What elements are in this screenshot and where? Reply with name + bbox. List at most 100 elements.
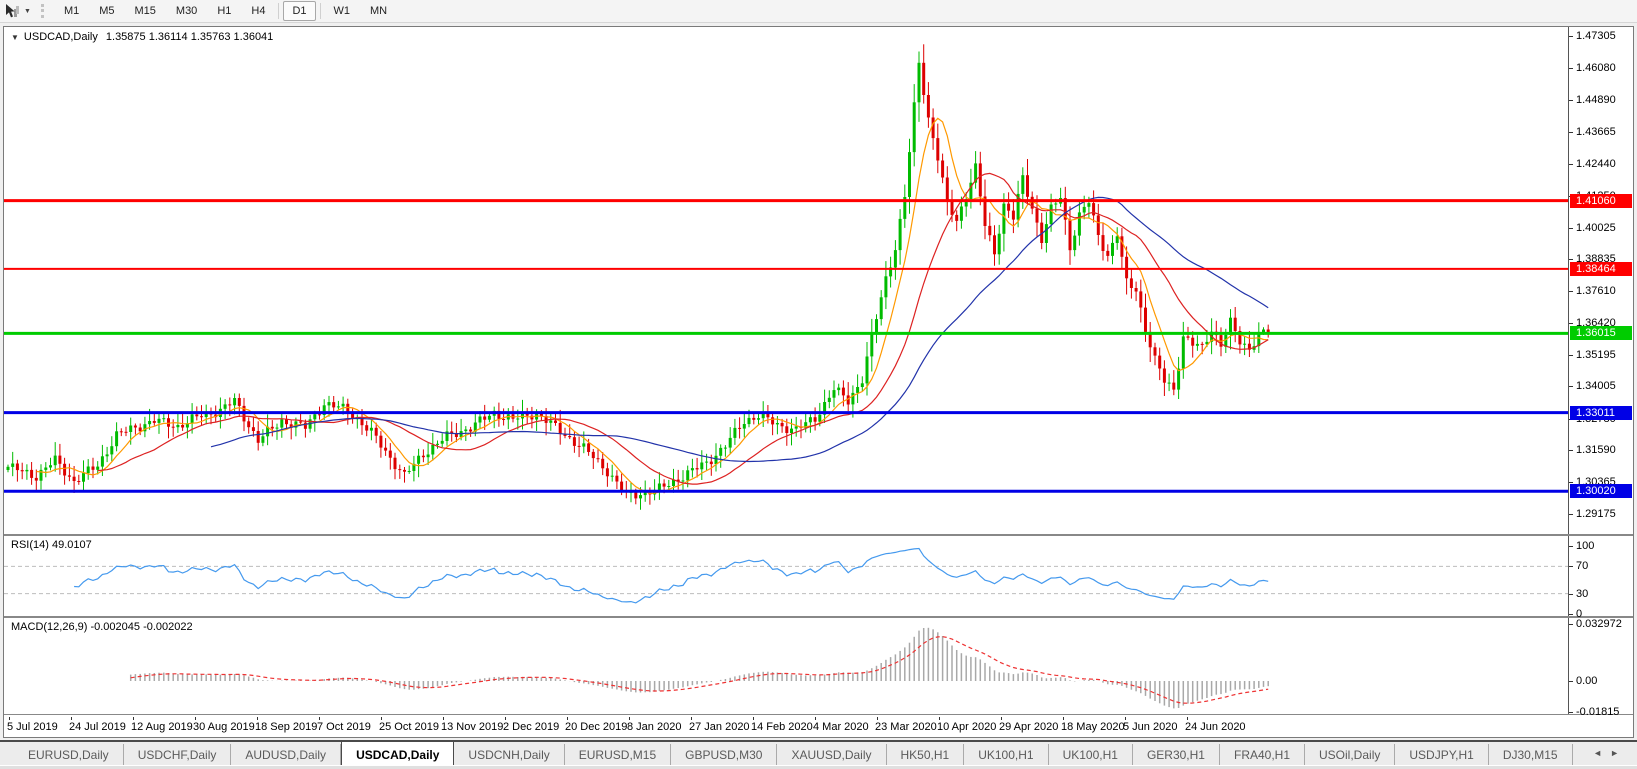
date-tick-label: 24 Jun 2020 [1185, 721, 1246, 733]
price-tick-mark [1569, 132, 1573, 133]
chart-tab-usdcnh-daily[interactable]: USDCNH,Daily [454, 744, 564, 767]
macd-axis: 0.0329720.00-0.01815 [1568, 618, 1634, 714]
price-tick-label: 1.37610 [1576, 285, 1616, 297]
date-tick-mark [257, 717, 258, 720]
tab-scroll-controls: ◄► [1593, 748, 1627, 758]
price-tick-mark [1569, 355, 1573, 356]
rsi-panel: RSI(14) 49.0107 10070300 [4, 536, 1633, 618]
collapse-chart-icon[interactable]: ▼ [11, 33, 19, 42]
price-panel: ▼USDCAD,Daily1.35875 1.36114 1.35763 1.3… [4, 27, 1633, 536]
timeframe-button-h1[interactable]: H1 [208, 1, 240, 21]
hline-price-badge[interactable]: 1.36015 [1570, 326, 1632, 340]
date-tick-label: 14 Feb 2020 [751, 721, 813, 733]
rsi-tick-mark [1569, 594, 1573, 595]
price-tick-mark [1569, 450, 1573, 451]
date-tick-label: 7 Oct 2019 [317, 721, 371, 733]
chart-tab-eurusd-m15[interactable]: EURUSD,M15 [565, 744, 671, 767]
date-tick-label: 23 Mar 2020 [875, 721, 937, 733]
rsi-chart-canvas[interactable] [4, 536, 1568, 616]
chart-cursor-icon[interactable] [4, 3, 20, 19]
chart-tab-gbpusd-m30[interactable]: GBPUSD,M30 [671, 744, 777, 767]
hline-price-badge[interactable]: 1.38464 [1570, 262, 1632, 276]
timeframe-button-m30[interactable]: M30 [167, 1, 206, 21]
price-tick-label: 1.42440 [1576, 158, 1616, 170]
chart-tab-uk100-h1[interactable]: UK100,H1 [964, 744, 1048, 767]
date-tick-mark [9, 717, 10, 720]
date-tick-mark [1001, 717, 1002, 720]
chart-tab-dj30-m15[interactable]: DJ30,M15 [1489, 744, 1573, 767]
rsi-tick-label: 30 [1576, 588, 1588, 600]
chart-window: ▼USDCAD,Daily1.35875 1.36114 1.35763 1.3… [3, 26, 1634, 738]
timeframe-buttons: M1M5M15M30H1H4 D1 W1MN [54, 0, 397, 22]
chart-title: ▼USDCAD,Daily1.35875 1.36114 1.35763 1.3… [11, 31, 273, 43]
date-tick-mark [319, 717, 320, 720]
date-tick-label: 5 Jul 2019 [7, 721, 58, 733]
timeframe-button-mn[interactable]: MN [361, 1, 396, 21]
hline-price-badge[interactable]: 1.33011 [1570, 406, 1632, 420]
date-tick-label: 12 Aug 2019 [131, 721, 193, 733]
date-tick-mark [1187, 717, 1188, 720]
date-tick-mark [133, 717, 134, 720]
chart-tab-xauusd-daily[interactable]: XAUUSD,Daily [777, 744, 886, 767]
date-tick-mark [381, 717, 382, 720]
toolbar-grip[interactable] [41, 4, 44, 18]
chart-tab-ger30-h1[interactable]: GER30,H1 [1133, 744, 1220, 767]
tabs-scroll-right-icon[interactable]: ► [1610, 748, 1627, 758]
chart-tab-hk50-h1[interactable]: HK50,H1 [887, 744, 965, 767]
price-tick-label: 1.43665 [1576, 126, 1616, 138]
price-tick-mark [1569, 291, 1573, 292]
date-tick-label: 8 Jan 2020 [627, 721, 681, 733]
price-axis: 1.473051.460801.448901.436651.424401.412… [1568, 27, 1634, 534]
price-tick-label: 1.35195 [1576, 349, 1616, 361]
price-chart-canvas[interactable] [4, 27, 1568, 534]
chart-tab-uk100-h1[interactable]: UK100,H1 [1049, 744, 1133, 767]
tabs-scroll-left-icon[interactable]: ◄ [1593, 748, 1610, 758]
date-axis: 5 Jul 201924 Jul 201912 Aug 201930 Aug 2… [4, 717, 1633, 737]
date-tick-mark [629, 717, 630, 720]
macd-chart-canvas[interactable] [4, 618, 1568, 714]
chart-tab-usdchf-daily[interactable]: USDCHF,Daily [124, 744, 232, 767]
price-tick-label: 1.29175 [1576, 508, 1616, 520]
macd-label: MACD(12,26,9) -0.002045 -0.002022 [11, 621, 193, 633]
date-tick-label: 13 Nov 2019 [441, 721, 503, 733]
chart-tab-usdjpy-h1[interactable]: USDJPY,H1 [1395, 744, 1488, 767]
hline-price-badge[interactable]: 1.30020 [1570, 484, 1632, 498]
price-tick-label: 1.40025 [1576, 222, 1616, 234]
chart-tab-audusd-daily[interactable]: AUDUSD,Daily [231, 744, 341, 767]
top-toolbar: ▼ M1M5M15M30H1H4 D1 W1MN [0, 0, 1637, 23]
chart-tab-usoil-daily[interactable]: USOil,Daily [1305, 744, 1395, 767]
macd-panel: MACD(12,26,9) -0.002045 -0.002022 0.0329… [4, 618, 1633, 715]
tool-dropdown-icon[interactable]: ▼ [24, 8, 31, 15]
price-tick-label: 1.34005 [1576, 380, 1616, 392]
macd-tick-label: 0.00 [1576, 675, 1597, 687]
rsi-tick-mark [1569, 566, 1573, 567]
price-tick-mark [1569, 386, 1573, 387]
chart-tab-fra40-h1[interactable]: FRA40,H1 [1220, 744, 1305, 767]
date-tick-label: 4 Mar 2020 [813, 721, 869, 733]
date-tick-label: 29 Apr 2020 [999, 721, 1058, 733]
date-tick-label: 20 Dec 2019 [565, 721, 627, 733]
price-tick-mark [1569, 259, 1573, 260]
rsi-tick-label: 100 [1576, 540, 1594, 552]
timeframe-button-d1[interactable]: D1 [283, 1, 315, 21]
chart-tab-usdcad-daily[interactable]: USDCAD,Daily [341, 741, 454, 767]
rsi-tick-mark [1569, 546, 1573, 547]
date-tick-mark [1063, 717, 1064, 720]
price-tick-label: 1.47305 [1576, 30, 1616, 42]
rsi-axis: 10070300 [1568, 536, 1634, 616]
date-tick-label: 2 Dec 2019 [503, 721, 559, 733]
timeframe-button-w1[interactable]: W1 [325, 1, 360, 21]
macd-tick-label: 0.032972 [1576, 618, 1622, 630]
price-tick-mark [1569, 68, 1573, 69]
date-tick-label: 18 May 2020 [1061, 721, 1125, 733]
rsi-label: RSI(14) 49.0107 [11, 539, 92, 551]
timeframe-button-m15[interactable]: M15 [126, 1, 165, 21]
hline-price-badge[interactable]: 1.41060 [1570, 194, 1632, 208]
timeframe-button-h4[interactable]: H4 [242, 1, 274, 21]
price-tick-mark [1569, 100, 1573, 101]
chart-tab-eurusd-daily[interactable]: EURUSD,Daily [14, 744, 124, 767]
date-tick-mark [815, 717, 816, 720]
timeframe-button-m1[interactable]: M1 [55, 1, 88, 21]
chart-ohlc-values: 1.35875 1.36114 1.35763 1.36041 [106, 31, 273, 43]
timeframe-button-m5[interactable]: M5 [90, 1, 123, 21]
